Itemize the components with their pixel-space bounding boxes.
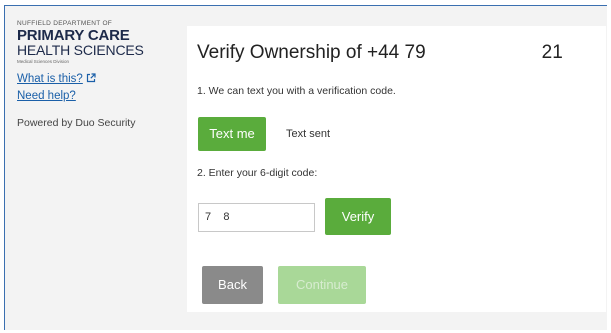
logo-sub-text: HEALTH SCIENCES: [17, 42, 144, 58]
page-title: Verify Ownership of +44 79 21: [197, 42, 563, 64]
what-is-this-label: What is this?: [17, 73, 83, 85]
verification-code-input[interactable]: 7 8: [198, 203, 315, 232]
organization-logo: NUFFIELD DEPARTMENT OF PRIMARY CARE HEAL…: [17, 20, 177, 65]
duo-frame: NUFFIELD DEPARTMENT OF PRIMARY CARE HEAL…: [4, 5, 607, 330]
verification-panel: Verify Ownership of +44 79 21 1. We can t…: [187, 26, 606, 312]
logo-main-text: PRIMARY CARE: [17, 27, 130, 44]
external-link-icon: [86, 72, 96, 86]
step-2-instruction: 2. Enter your 6-digit code:: [197, 167, 318, 179]
verify-button[interactable]: Verify: [325, 198, 391, 235]
text-me-button[interactable]: Text me: [198, 117, 266, 151]
back-button[interactable]: Back: [202, 266, 263, 304]
logo-tiny-text: Medical Sciences Division: [17, 59, 70, 64]
sidebar: NUFFIELD DEPARTMENT OF PRIMARY CARE HEAL…: [17, 20, 177, 129]
step-1-instruction: 1. We can text you with a verification c…: [197, 85, 396, 97]
powered-by-text: Powered by Duo Security: [17, 117, 136, 129]
title-suffix: 21: [541, 42, 563, 63]
title-prefix: Verify Ownership of +44 79: [197, 42, 426, 63]
need-help-link[interactable]: Need help?: [17, 89, 177, 103]
what-is-this-link[interactable]: What is this?: [17, 72, 177, 86]
continue-button[interactable]: Continue: [278, 266, 366, 304]
text-sent-status: Text sent: [286, 128, 331, 140]
